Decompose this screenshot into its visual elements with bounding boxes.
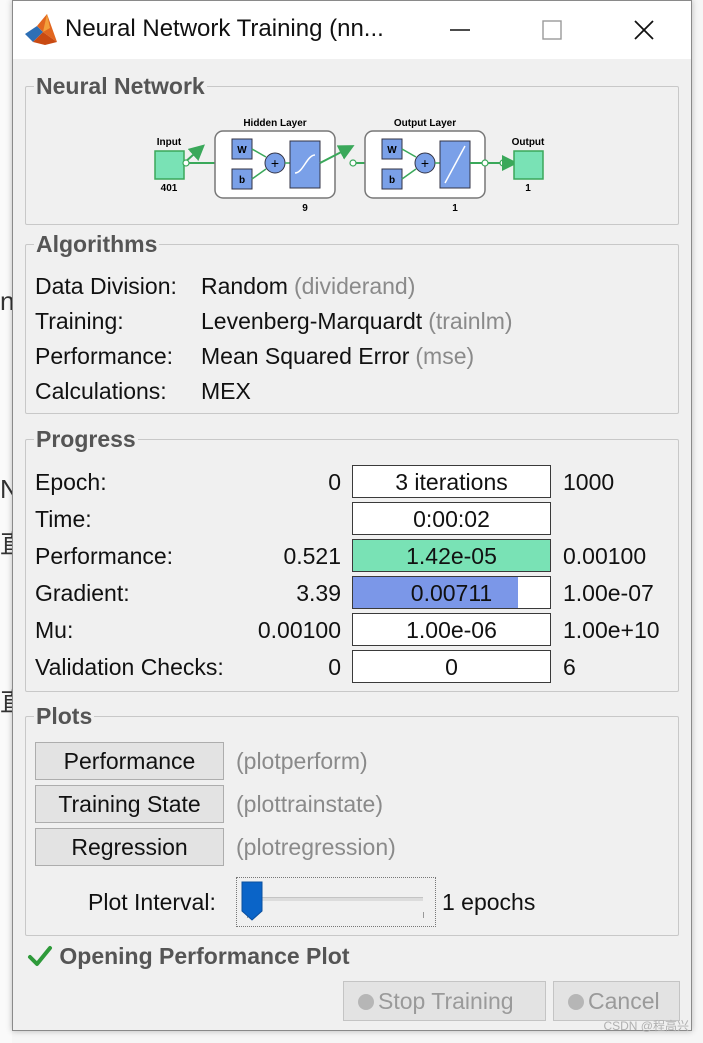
hidden-layer: Hidden Layer W b + 9 bbox=[214, 118, 336, 214]
progress-max: 1.00e-07 bbox=[563, 580, 654, 606]
window-title: Neural Network Training (nn... bbox=[65, 15, 384, 42]
algorithm-value: Mean Squared Error (mse) bbox=[201, 343, 475, 369]
status-message: Opening Performance Plot bbox=[27, 943, 350, 970]
algorithm-value: MEX bbox=[201, 378, 251, 404]
algorithm-function: (trainlm) bbox=[428, 308, 513, 334]
cancel-icon bbox=[568, 994, 584, 1010]
plot-training-state-function: (plottrainstate) bbox=[236, 791, 384, 817]
cancel-label: Cancel bbox=[588, 988, 660, 1014]
algorithm-key: Performance: bbox=[35, 343, 174, 369]
algorithms-panel: Algorithms Data Division: Random (divider… bbox=[25, 231, 679, 414]
background-text: 直 bbox=[0, 524, 12, 561]
plot-performance-button[interactable]: Performance bbox=[35, 742, 224, 780]
hidden-size: 9 bbox=[302, 203, 308, 214]
algorithm-function: (dividerand) bbox=[293, 273, 416, 299]
plot-training-state-button[interactable]: Training State bbox=[35, 785, 224, 823]
panel-title-progress: Progress bbox=[34, 426, 138, 453]
neural-network-panel: Neural Network Input 401 Hidden Layer W … bbox=[25, 73, 679, 225]
plot-regression-function: (plotregression) bbox=[236, 834, 396, 860]
algorithm-key: Data Division: bbox=[35, 273, 177, 299]
close-button[interactable] bbox=[613, 1, 675, 59]
matlab-logo-icon bbox=[25, 14, 57, 45]
progress-value: 0:00:02 bbox=[413, 506, 490, 532]
close-icon bbox=[634, 20, 654, 40]
title-bar[interactable]: Neural Network Training (nn... bbox=[13, 1, 691, 59]
progress-value: 0.00711 bbox=[410, 580, 493, 606]
progress-value: 1.42e-05 bbox=[406, 543, 497, 569]
progress-bar: 0.00711 bbox=[352, 576, 551, 609]
hidden-layer-label: Hidden Layer bbox=[243, 118, 306, 129]
algorithm-value: Random (dividerand) bbox=[201, 273, 416, 299]
slider-track bbox=[243, 897, 423, 901]
progress-bar: 1.42e-05 bbox=[352, 539, 551, 572]
minimize-icon bbox=[450, 29, 470, 31]
output-bias-label: b bbox=[389, 175, 395, 186]
progress-label: Time: bbox=[35, 506, 92, 532]
input-size: 401 bbox=[161, 183, 178, 194]
progress-max: 1000 bbox=[563, 469, 615, 495]
output-node: Output 1 bbox=[512, 137, 545, 194]
algorithm-key: Calculations: bbox=[35, 378, 167, 404]
stop-icon bbox=[358, 994, 374, 1010]
plots-panel: Plots Performance (plotperform) Training… bbox=[25, 703, 679, 936]
progress-value: 0 bbox=[445, 654, 458, 680]
output-layer-size: 1 bbox=[452, 203, 458, 214]
maximize-button[interactable] bbox=[521, 1, 583, 59]
cancel-button[interactable]: Cancel bbox=[553, 981, 680, 1021]
progress-min: 0.00100 bbox=[257, 617, 341, 643]
stop-training-label: Stop Training bbox=[378, 988, 514, 1014]
background-text: n bbox=[0, 286, 12, 316]
input-node: Input 401 bbox=[154, 137, 185, 194]
watermark: CSDN @程高兴 bbox=[603, 1019, 689, 1033]
plot-regression-button[interactable]: Regression bbox=[35, 828, 224, 866]
input-label: Input bbox=[157, 137, 182, 148]
maximize-icon bbox=[542, 20, 562, 40]
progress-bar: 0:00:02 bbox=[352, 502, 551, 535]
plot-interval-value: 1 epochs bbox=[442, 889, 536, 915]
stop-training-button[interactable]: Stop Training bbox=[343, 981, 546, 1021]
minimize-button[interactable] bbox=[429, 1, 491, 59]
progress-value: 3 iterations bbox=[395, 469, 508, 495]
output-layer-label: Output Layer bbox=[394, 118, 456, 129]
algorithm-function: (mse) bbox=[415, 343, 475, 369]
plot-performance-function: (plotperform) bbox=[236, 748, 368, 774]
progress-min: 0 bbox=[328, 469, 341, 495]
progress-max: 1.00e+10 bbox=[563, 617, 660, 643]
progress-min: 0.521 bbox=[283, 543, 341, 569]
output-label: Output bbox=[512, 137, 545, 148]
progress-max: 6 bbox=[563, 654, 576, 680]
progress-bar: 3 iterations bbox=[352, 465, 551, 498]
background-text: N bbox=[0, 474, 12, 504]
check-icon bbox=[28, 946, 52, 966]
slider-thumb[interactable] bbox=[241, 881, 263, 921]
progress-min: 3.39 bbox=[296, 580, 341, 606]
progress-min: 0 bbox=[328, 654, 341, 680]
progress-bar: 1.00e-06 bbox=[352, 613, 551, 646]
output-sum-label: + bbox=[421, 155, 429, 171]
network-diagram: Input 401 Hidden Layer W b + 9 Output La… bbox=[154, 118, 545, 214]
algorithm-value: Levenberg-Marquardt (trainlm) bbox=[201, 308, 513, 334]
hidden-bias-label: b bbox=[239, 175, 245, 186]
plot-interval-label: Plot Interval: bbox=[88, 889, 216, 915]
algorithm-key: Training: bbox=[35, 308, 124, 334]
output-weight-label: W bbox=[387, 145, 397, 156]
plot-interval-slider[interactable] bbox=[236, 877, 436, 927]
output-size: 1 bbox=[525, 183, 531, 194]
hidden-sum-label: + bbox=[271, 155, 279, 171]
background-app: n N 直 直 bbox=[0, 0, 12, 1043]
training-window: Neural Network Training (nn... Neural Ne… bbox=[12, 0, 692, 1031]
output-layer: Output Layer W b + 1 bbox=[364, 118, 486, 214]
progress-value: 1.00e-06 bbox=[406, 617, 497, 643]
background-text: 直 bbox=[0, 682, 12, 719]
progress-bar: 0 bbox=[352, 650, 551, 683]
progress-panel: Progress Epoch: 0 3 iterations 1000 Time: 0:0… bbox=[25, 426, 679, 692]
status-text: Opening Performance Plot bbox=[59, 943, 350, 969]
hidden-weight-label: W bbox=[237, 145, 247, 156]
progress-max: 0.00100 bbox=[563, 543, 647, 569]
panel-title-plots: Plots bbox=[34, 703, 95, 730]
slider-tick-right bbox=[423, 912, 424, 918]
panel-title-algorithms: Algorithms bbox=[34, 231, 160, 258]
